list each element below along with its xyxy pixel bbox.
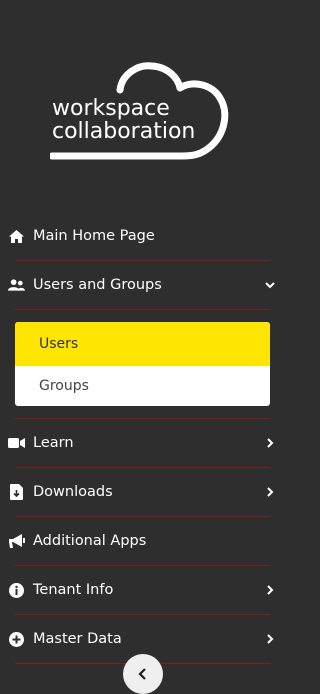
sidebar-item-tenant-info[interactable]: Tenant Info	[0, 566, 287, 614]
download-file-icon	[8, 484, 25, 501]
collapse-sidebar-button[interactable]	[123, 654, 163, 694]
submenu-item-groups[interactable]: Groups	[15, 366, 270, 406]
sidebar-item-users-and-groups[interactable]: Users and Groups	[0, 261, 287, 309]
submenu-item-users[interactable]: Users	[15, 322, 270, 366]
plus-circle-icon	[8, 631, 25, 648]
chevron-left-icon	[138, 668, 146, 680]
sidebar-item-label: Additional Apps	[33, 533, 147, 549]
logo-line-2: collaboration	[52, 119, 196, 144]
chevron-right-icon	[267, 438, 274, 448]
sidebar-item-additional-apps[interactable]: Additional Apps	[0, 517, 287, 565]
logo-line-1: workspace	[52, 96, 170, 121]
sidebar-nav: Main Home Page Users and Groups Users Gr…	[0, 212, 287, 664]
sidebar-item-label: Learn	[33, 435, 74, 451]
chevron-right-icon	[267, 585, 274, 595]
divider	[15, 309, 270, 310]
sidebar-item-label: Downloads	[33, 484, 113, 500]
video-icon	[8, 435, 25, 452]
sidebar-item-label: Users and Groups	[33, 277, 162, 293]
workspace-collaboration-logo: workspace collaboration	[50, 62, 240, 162]
sidebar-item-label: Master Data	[33, 631, 122, 647]
chevron-down-icon	[265, 282, 275, 289]
users-icon	[8, 277, 25, 294]
sidebar-item-learn[interactable]: Learn	[0, 419, 287, 467]
chevron-right-icon	[267, 634, 274, 644]
submenu-users-and-groups: Users Groups	[15, 322, 270, 406]
sidebar-item-downloads[interactable]: Downloads	[0, 468, 287, 516]
sidebar-item-main-home-page[interactable]: Main Home Page	[0, 212, 287, 260]
megaphone-icon	[8, 533, 25, 550]
home-icon	[8, 228, 25, 245]
chevron-right-icon	[267, 487, 274, 497]
sidebar-item-label: Tenant Info	[33, 582, 114, 598]
info-icon	[8, 582, 25, 599]
sidebar-item-label: Main Home Page	[33, 228, 155, 244]
